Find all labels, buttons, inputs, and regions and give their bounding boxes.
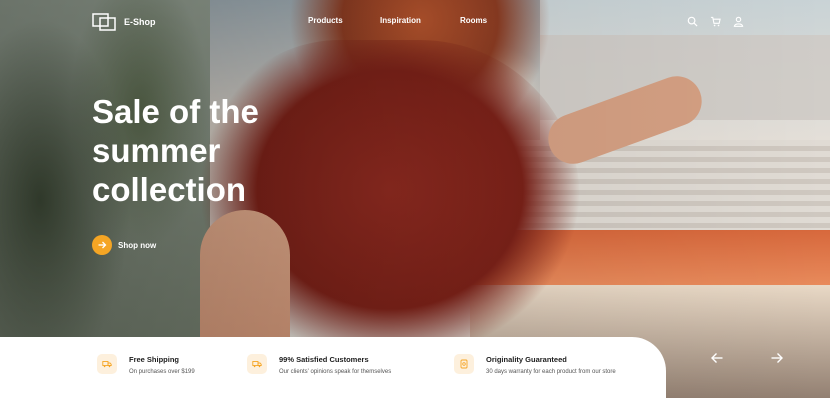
slider-next-button[interactable] bbox=[757, 339, 797, 377]
feature-satisfied-customers: 99% Satisfied Customers Our clients' opi… bbox=[247, 354, 391, 375]
arrow-right-icon bbox=[771, 353, 783, 363]
feature-title: 99% Satisfied Customers bbox=[279, 355, 369, 364]
shop-now-label: Shop now bbox=[118, 240, 157, 250]
hero-headline: Sale of the summer collection bbox=[92, 92, 322, 209]
feature-free-shipping: Free Shipping On purchases over $199 bbox=[97, 354, 195, 375]
slider-prev-button[interactable] bbox=[697, 339, 737, 377]
hero-headline-line: summer bbox=[92, 132, 221, 169]
arrow-right-icon bbox=[98, 241, 107, 249]
user-icon[interactable] bbox=[733, 16, 744, 27]
features-strip: Free Shipping On purchases over $199 99%… bbox=[0, 337, 666, 403]
truck-icon bbox=[252, 361, 262, 368]
header-actions bbox=[687, 16, 744, 27]
badge-icon bbox=[460, 359, 468, 369]
shop-now-circle bbox=[92, 235, 112, 255]
nav-item-inspiration[interactable]: Inspiration bbox=[380, 16, 421, 25]
feature-originality: Originality Guaranteed 30 days warranty … bbox=[454, 354, 616, 375]
feature-subtitle: 30 days warranty for each product from o… bbox=[486, 369, 616, 375]
feature-text: Free Shipping On purchases over $199 bbox=[129, 354, 195, 375]
feature-icon-box bbox=[247, 354, 267, 374]
feature-text: 99% Satisfied Customers Our clients' opi… bbox=[279, 354, 391, 375]
page-bottom-edge bbox=[0, 398, 830, 403]
cart-icon[interactable] bbox=[710, 16, 721, 27]
slider-controls bbox=[697, 338, 797, 378]
feature-subtitle: Our clients' opinions speak for themselv… bbox=[279, 369, 392, 375]
feature-icon-box bbox=[97, 354, 117, 374]
feature-title: Originality Guaranteed bbox=[486, 355, 567, 364]
nav-item-products[interactable]: Products bbox=[308, 16, 343, 25]
hero-section: E-Shop Products Inspiration Rooms Sale o… bbox=[0, 0, 830, 403]
shop-now-button[interactable]: Shop now bbox=[92, 235, 156, 255]
feature-subtitle: On purchases over $199 bbox=[129, 369, 195, 375]
feature-text: Originality Guaranteed 30 days warranty … bbox=[486, 354, 616, 375]
feature-icon-box bbox=[454, 354, 474, 374]
feature-title: Free Shipping bbox=[129, 355, 180, 364]
search-icon[interactable] bbox=[687, 16, 698, 27]
hero-headline-line: Sale of the bbox=[92, 93, 259, 130]
truck-icon bbox=[102, 361, 112, 368]
nav-item-rooms[interactable]: Rooms bbox=[460, 16, 487, 25]
arrow-left-icon bbox=[711, 353, 723, 363]
hero-headline-line: collection bbox=[92, 171, 247, 208]
